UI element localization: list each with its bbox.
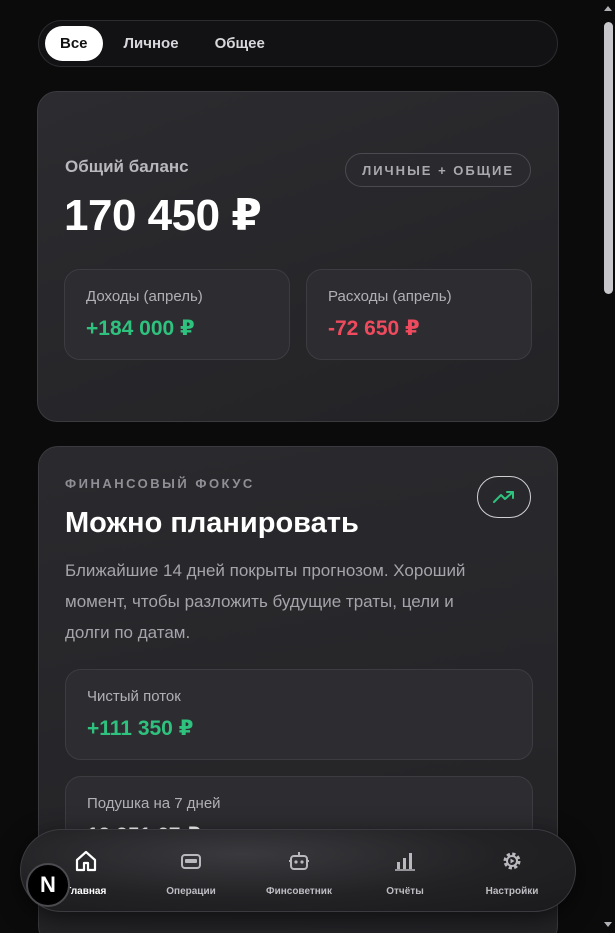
nav-item-operations[interactable]: Операции <box>146 848 236 908</box>
net-flow-box: Чистый поток +111 350 ₽ <box>65 669 533 760</box>
nav-label-settings: Настройки <box>485 886 539 897</box>
nav-label-operations: Операции <box>166 886 216 897</box>
filter-tabs: Все Личное Общее <box>38 20 558 67</box>
expense-label: Расходы (апрель) <box>328 288 452 305</box>
nav-item-advisor[interactable]: Финсоветник <box>254 848 344 908</box>
nav-label-advisor: Финсоветник <box>266 886 332 897</box>
scroll-up-icon[interactable] <box>604 6 612 11</box>
home-icon <box>73 848 99 874</box>
focus-description: Ближайшие 14 дней покрыты прогнозом. Хор… <box>65 561 466 642</box>
tab-personal[interactable]: Личное <box>109 26 194 61</box>
income-label: Доходы (апрель) <box>86 288 203 305</box>
nav-label-reports: Отчёты <box>386 886 424 897</box>
net-flow-value: +111 350 ₽ <box>87 717 194 740</box>
tab-shared[interactable]: Общее <box>200 26 280 61</box>
income-value: +184 000 ₽ <box>86 317 195 340</box>
balance-label: Общий баланс <box>65 157 189 176</box>
income-box: Доходы (апрель) +184 000 ₽ <box>64 269 290 360</box>
balance-card: Общий баланс ЛИЧНЫЕ + ОБЩИЕ 170 450 ₽ До… <box>37 91 559 422</box>
cushion-label: Подушка на 7 дней <box>87 795 221 812</box>
nav-item-settings[interactable]: Настройки <box>467 848 557 908</box>
scroll-down-icon[interactable] <box>604 922 612 927</box>
nav-item-reports[interactable]: Отчёты <box>360 848 450 908</box>
scroll-thumb[interactable] <box>604 22 613 294</box>
nav-label-home: Главная <box>65 886 107 897</box>
wallet-icon <box>178 848 204 874</box>
robot-icon <box>286 848 312 874</box>
focus-title: Можно планировать <box>65 507 359 539</box>
trending-up-icon[interactable] <box>477 476 531 518</box>
net-flow-label: Чистый поток <box>87 688 181 705</box>
dev-tools-badge[interactable]: N <box>26 863 70 907</box>
bottom-nav: Главная Операции Финсоветник Отчёты Наст… <box>20 829 576 912</box>
gear-icon <box>499 848 525 874</box>
balance-value: 170 450 ₽ <box>64 191 262 240</box>
balance-scope-badge: ЛИЧНЫЕ + ОБЩИЕ <box>345 153 531 187</box>
expense-value: -72 650 ₽ <box>328 317 420 340</box>
scrollbar[interactable] <box>601 0 615 933</box>
expense-box: Расходы (апрель) -72 650 ₽ <box>306 269 532 360</box>
tab-all[interactable]: Все <box>45 26 103 61</box>
bar-chart-icon <box>392 848 418 874</box>
focus-kicker: ФИНАНСОВЫЙ ФОКУС <box>65 476 255 491</box>
